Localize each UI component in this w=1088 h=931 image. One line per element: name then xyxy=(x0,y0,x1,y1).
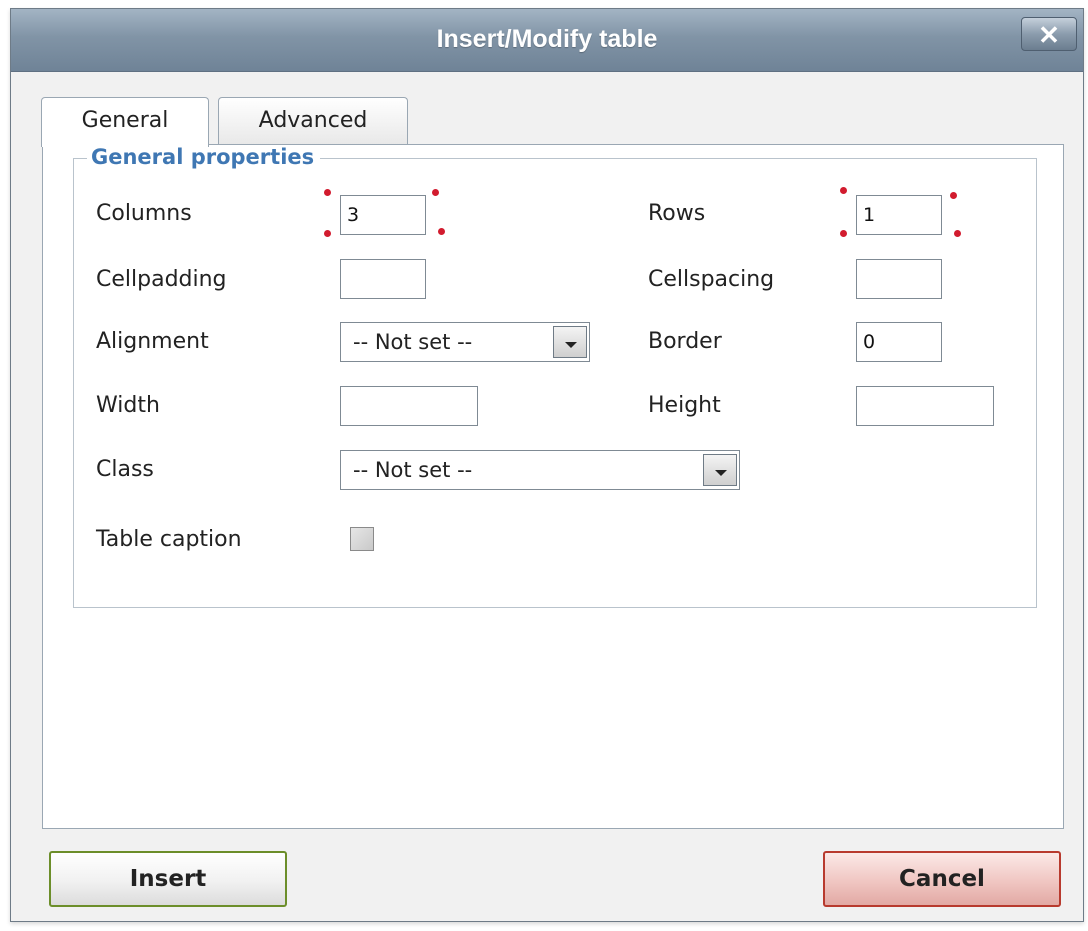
table-caption-label: Table caption xyxy=(96,527,242,552)
insert-button[interactable]: Insert xyxy=(49,851,287,907)
required-marker xyxy=(438,228,445,235)
required-marker xyxy=(324,230,331,237)
rows-input[interactable]: 1 xyxy=(856,195,942,235)
close-icon: ✕ xyxy=(1038,20,1060,50)
height-label: Height xyxy=(648,393,721,418)
alignment-select[interactable]: -- Not set -- xyxy=(340,322,590,362)
cancel-button[interactable]: Cancel xyxy=(823,851,1061,907)
class-select-value: -- Not set -- xyxy=(353,458,473,482)
width-input[interactable] xyxy=(340,386,478,426)
general-properties-fieldset: General properties Columns 3 Rows 1 Cell… xyxy=(73,145,1037,608)
cellpadding-input[interactable] xyxy=(340,259,426,299)
required-marker xyxy=(950,192,957,199)
cellspacing-label: Cellspacing xyxy=(648,267,775,292)
dialog-title: Insert/Modify table xyxy=(436,25,658,53)
alignment-label: Alignment xyxy=(96,329,209,354)
general-properties-legend: General properties xyxy=(87,145,321,169)
border-input[interactable]: 0 xyxy=(856,322,942,362)
dialog-titlebar[interactable]: Insert/Modify table ✕ xyxy=(11,9,1083,72)
required-marker xyxy=(324,189,331,196)
table-caption-checkbox[interactable] xyxy=(350,527,374,551)
required-marker xyxy=(432,189,439,196)
cellspacing-input[interactable] xyxy=(856,259,942,299)
required-marker xyxy=(954,230,961,237)
class-label: Class xyxy=(96,457,154,482)
columns-label: Columns xyxy=(96,201,192,226)
close-button[interactable]: ✕ xyxy=(1021,17,1077,51)
rows-label: Rows xyxy=(648,201,706,226)
required-marker xyxy=(840,230,847,237)
height-input[interactable] xyxy=(856,386,994,426)
border-label: Border xyxy=(648,329,722,354)
chevron-down-icon[interactable] xyxy=(703,454,737,486)
required-marker xyxy=(840,187,847,194)
tab-advanced[interactable]: Advanced xyxy=(218,97,408,145)
general-tab-panel: General properties Columns 3 Rows 1 Cell… xyxy=(42,144,1064,829)
chevron-down-icon[interactable] xyxy=(553,326,587,358)
tab-general[interactable]: General xyxy=(41,97,209,147)
width-label: Width xyxy=(96,393,160,418)
columns-input[interactable]: 3 xyxy=(340,195,426,235)
alignment-select-value: -- Not set -- xyxy=(353,330,473,354)
insert-modify-table-dialog: Insert/Modify table ✕ General Advanced G… xyxy=(10,8,1084,922)
cellpadding-label: Cellpadding xyxy=(96,267,227,292)
class-select[interactable]: -- Not set -- xyxy=(340,450,740,490)
